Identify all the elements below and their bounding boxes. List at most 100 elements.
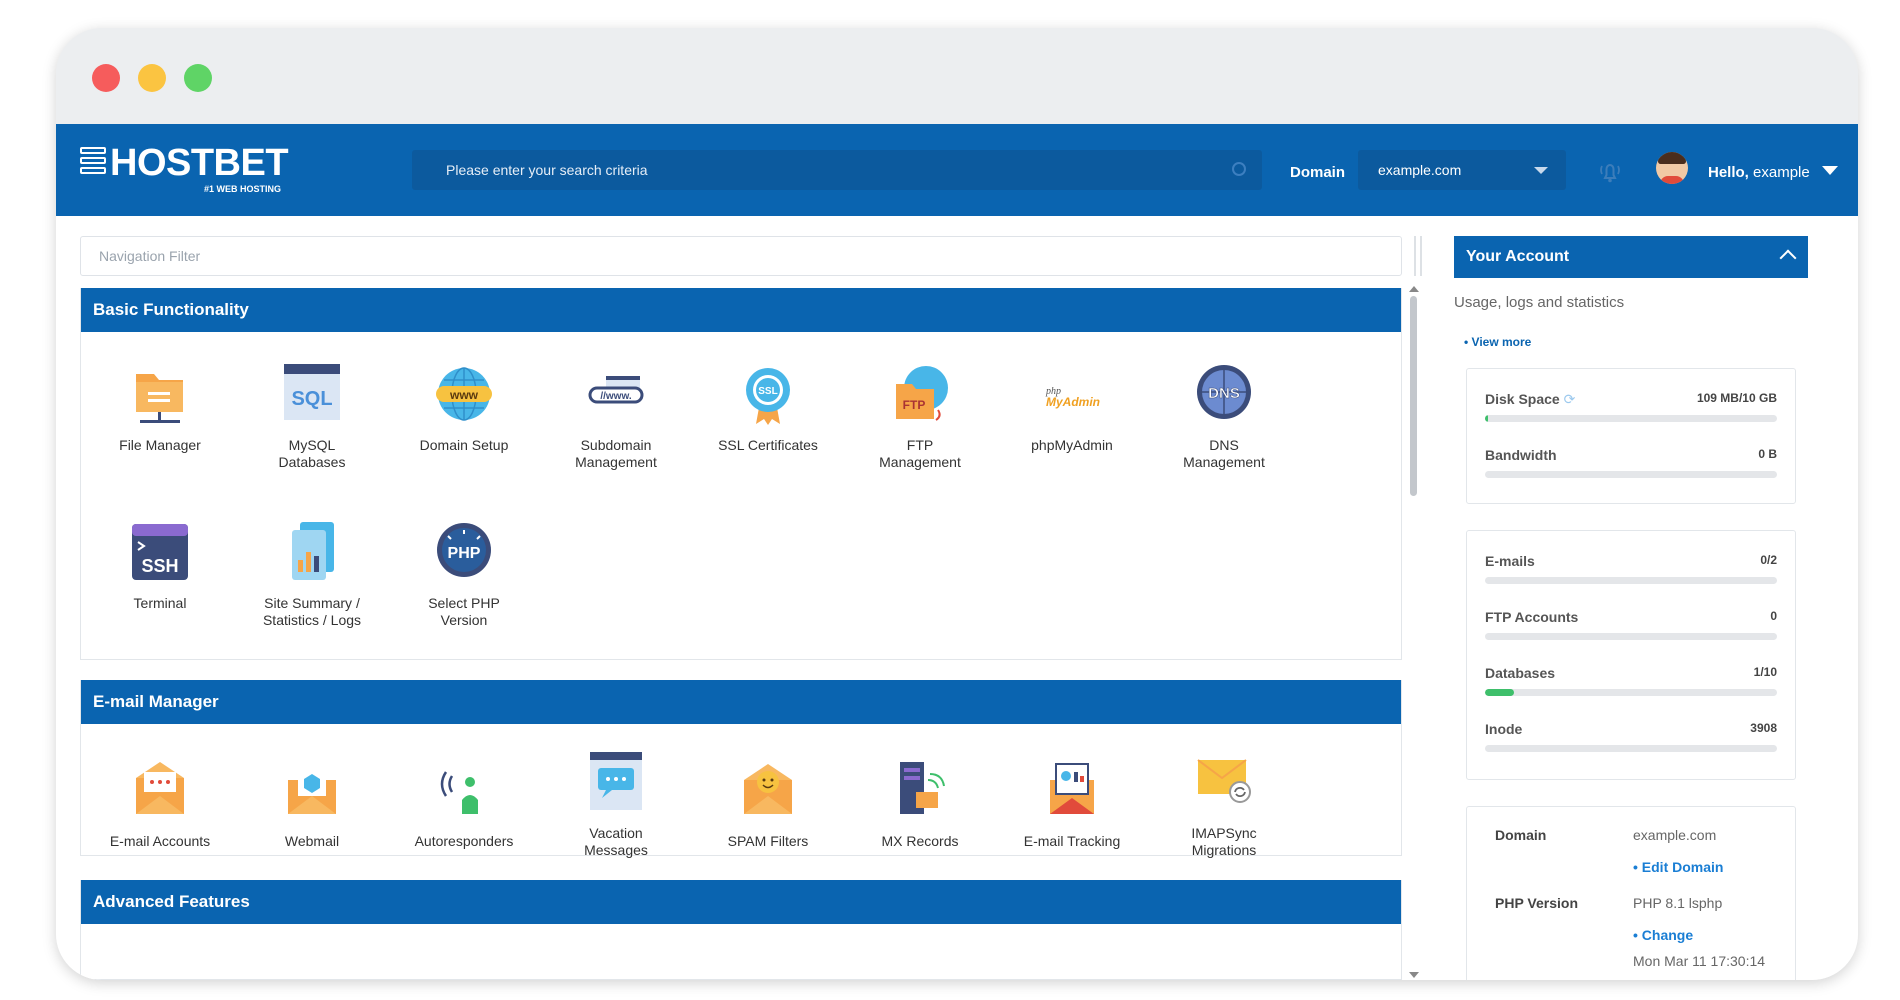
stat-value: 0/2: [1760, 553, 1777, 567]
svg-text:SSL: SSL: [758, 386, 777, 397]
maximize-window-button[interactable]: [184, 64, 212, 92]
domain-select[interactable]: example.com: [1358, 150, 1566, 190]
stat-name: Inode: [1485, 721, 1523, 737]
statistics-icon: [292, 522, 334, 580]
subdomain-management-tile[interactable]: //www. Subdomain Management: [541, 362, 691, 471]
view-more-link[interactable]: • View more: [1454, 335, 1808, 349]
edit-domain-link[interactable]: • Edit Domain: [1633, 859, 1723, 875]
stat-disk-space: Disk Space ⟳ 109 MB/10 GB: [1467, 369, 1795, 425]
user-menu-caret-icon[interactable]: [1822, 166, 1838, 175]
autoresponders-tile[interactable]: Autoresponders: [389, 758, 539, 850]
domain-setup-tile[interactable]: www Domain Setup: [389, 362, 539, 454]
svg-text:SSH: SSH: [141, 556, 178, 576]
vacation-messages-tile[interactable]: Vacation Messages: [541, 750, 691, 859]
minimize-window-button[interactable]: [138, 64, 166, 92]
select-php-version-tile[interactable]: PHP Select PHP Version: [389, 520, 539, 629]
site-summary-tile[interactable]: Site Summary / Statistics / Logs: [237, 520, 387, 629]
advanced-features-panel: Advanced Features: [80, 880, 1402, 980]
tile-label: Vacation Messages: [584, 825, 648, 858]
file-manager-tile[interactable]: File Manager: [85, 362, 235, 454]
stat-name: Bandwidth: [1485, 447, 1557, 463]
usage-box-2: E-mails 0/2 FTP Accounts 0 Databases 1/1…: [1466, 530, 1796, 780]
ftp-management-tile[interactable]: FTP FTP Management: [845, 362, 995, 471]
stat-progress-bar: [1485, 689, 1777, 696]
info-label: Domain: [1495, 827, 1547, 843]
your-account-title: Your Account: [1466, 248, 1570, 265]
stat-progress-bar: [1485, 415, 1777, 422]
change-php-link[interactable]: • Change: [1633, 927, 1693, 943]
email-tracking-tile[interactable]: E-mail Tracking: [997, 758, 1147, 850]
top-header: HOSTBET #1 WEB HOSTING Domain example.co…: [56, 124, 1858, 216]
stat-progress-fill: [1485, 415, 1489, 422]
stat-progress-bar: [1485, 577, 1777, 584]
tile-label: Terminal: [133, 595, 187, 611]
stat-inode: Inode 3908: [1467, 699, 1795, 755]
your-account-header[interactable]: Your Account: [1454, 236, 1808, 278]
scroll-up-icon: [1409, 286, 1419, 292]
chevron-down-icon: [1534, 167, 1548, 174]
resize-handle[interactable]: [1414, 236, 1422, 276]
user-avatar[interactable]: [1656, 152, 1688, 184]
section-header-email[interactable]: E-mail Manager: [81, 680, 1401, 724]
stat-emails: E-mails 0/2: [1467, 531, 1795, 587]
section-header-basic[interactable]: Basic Functionality: [81, 288, 1401, 332]
usage-box-1: Disk Space ⟳ 109 MB/10 GB Bandwidth 0 B: [1466, 368, 1796, 504]
svg-text:MyAdmin: MyAdmin: [1046, 395, 1100, 409]
stat-value: 109 MB/10 GB: [1696, 391, 1777, 405]
svg-text:SQL: SQL: [291, 388, 332, 410]
search-input[interactable]: [412, 150, 1262, 190]
terminal-tile[interactable]: SSH Terminal: [85, 520, 235, 612]
navigation-filter-input[interactable]: [80, 236, 1402, 276]
phpmyadmin-icon: php MyAdmin: [1045, 386, 1100, 409]
close-window-button[interactable]: [92, 64, 120, 92]
webmail-icon: [288, 768, 336, 814]
ssl-badge-icon: SSL: [746, 368, 790, 425]
imapsync-migrations-tile[interactable]: IMAPSync Migrations: [1149, 750, 1299, 859]
tile-label: MX Records: [881, 833, 959, 849]
info-timestamp: Mon Mar 11 17:30:14: [1633, 953, 1766, 969]
dns-management-tile[interactable]: DNS DNS Management: [1149, 362, 1299, 471]
info-php-row: PHP Version PHP 8.1 lsphp • Change: [1467, 875, 1795, 943]
email-accounts-tile[interactable]: E-mail Accounts: [85, 758, 235, 850]
imapsync-icon: [1197, 759, 1251, 803]
tile-label: E-mail Accounts: [109, 833, 211, 849]
refresh-icon: ⟳: [1563, 391, 1576, 407]
folder-icon: [136, 374, 183, 423]
tile-label: DNS Management: [1183, 437, 1265, 470]
domain-select-value: example.com: [1378, 162, 1462, 178]
mysql-databases-tile[interactable]: SQL MySQL Databases: [237, 362, 387, 471]
search-icon[interactable]: [1232, 162, 1246, 176]
hostbet-logo[interactable]: HOSTBET #1 WEB HOSTING: [80, 144, 289, 196]
search-box: [412, 150, 1262, 190]
stat-progress-bar: [1485, 471, 1777, 478]
logo-tagline: #1 WEB HOSTING: [204, 184, 282, 194]
subdomain-icon: //www.: [588, 376, 644, 404]
stat-value: 0 B: [1758, 447, 1777, 461]
user-greeting[interactable]: Hello, example: [1708, 164, 1810, 181]
vacation-icon: [590, 752, 642, 810]
webmail-tile[interactable]: Webmail: [237, 758, 387, 850]
spam-filters-tile[interactable]: SPAM Filters: [693, 758, 843, 850]
info-value: PHP 8.1 lsphp: [1633, 895, 1723, 911]
scroll-down-icon: [1409, 972, 1419, 978]
main-scrollbar[interactable]: [1408, 286, 1419, 978]
chevron-up-icon[interactable]: [1779, 249, 1797, 267]
scroll-thumb: [1410, 296, 1417, 496]
mx-records-tile[interactable]: MX Records: [845, 758, 995, 850]
www-globe-icon: www: [436, 367, 492, 421]
app-window: HOSTBET #1 WEB HOSTING Domain example.co…: [56, 28, 1858, 980]
stat-ftp-accounts: FTP Accounts 0: [1467, 587, 1795, 643]
ssl-certificates-tile[interactable]: SSL SSL Certificates: [693, 362, 843, 454]
stat-name: Disk Space ⟳: [1485, 391, 1576, 407]
phpmyadmin-tile[interactable]: php MyAdmin phpMyAdmin: [997, 362, 1147, 454]
php-gauge-icon: PHP: [437, 523, 491, 577]
sql-icon: SQL: [284, 364, 340, 420]
ftp-icon: FTP: [896, 366, 948, 421]
stat-name: Databases: [1485, 665, 1556, 681]
section-header-advanced[interactable]: Advanced Features: [81, 880, 1401, 924]
notification-bell-icon[interactable]: [1596, 158, 1624, 184]
tile-label: FTP Management: [879, 437, 961, 470]
stat-name: FTP Accounts: [1485, 609, 1579, 625]
tile-label: Domain Setup: [419, 437, 509, 453]
window-titlebar: [56, 28, 1858, 124]
